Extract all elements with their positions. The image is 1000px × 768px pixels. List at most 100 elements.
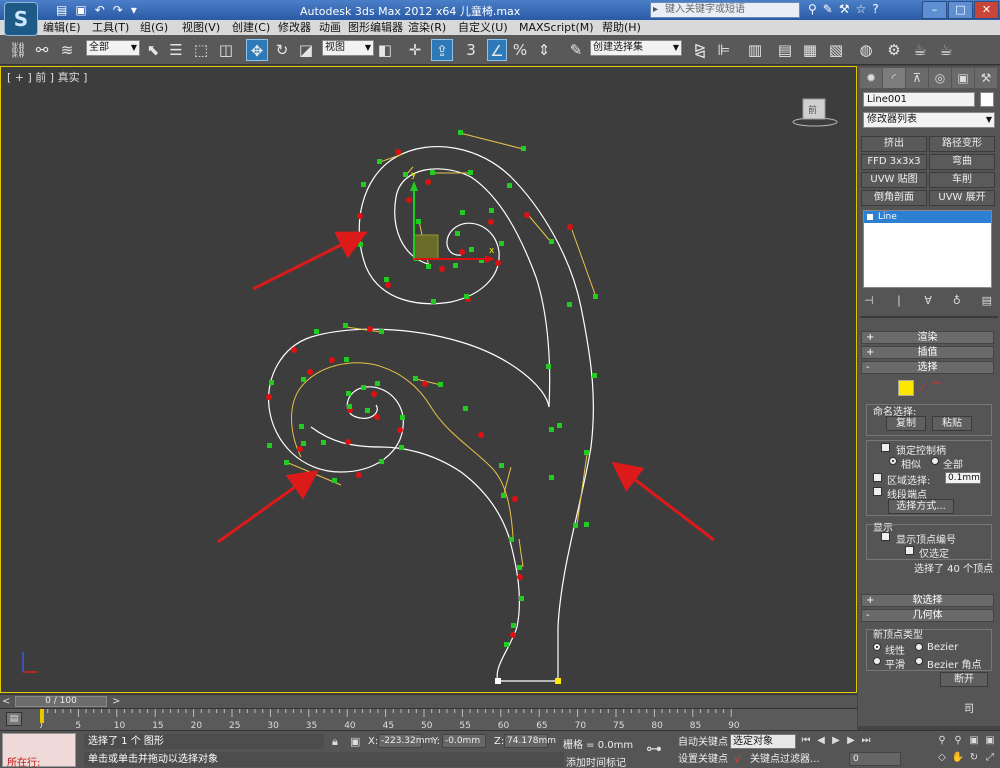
undo-icon[interactable]: ↶: [95, 2, 105, 18]
hierarchy-tab-icon[interactable]: ⊼: [906, 68, 928, 88]
alike-radio[interactable]: [889, 457, 897, 465]
segment-icon[interactable]: ⟋: [918, 380, 926, 396]
bezier-radio[interactable]: [915, 643, 923, 651]
make-unique-icon[interactable]: ∀: [924, 294, 932, 307]
ref-coord-select[interactable]: 视图 ▼: [322, 40, 374, 56]
uvw-unwrap-button[interactable]: UVW 展开: [929, 190, 995, 206]
menu-animation[interactable]: 动画: [319, 20, 341, 35]
key-filter-icon[interactable]: √: [734, 753, 741, 766]
named-selection-select[interactable]: 创建选择集 ▼: [590, 40, 682, 56]
spline-upper-scroll[interactable]: [310, 426, 521, 682]
mirror-icon[interactable]: ⧎: [690, 39, 710, 61]
maxscript-listener[interactable]: 所在行:: [2, 733, 76, 768]
spline-lower-scroll[interactable]: [268, 328, 550, 473]
schematic-view-icon[interactable]: ▧: [826, 39, 846, 61]
menu-graph-editors[interactable]: 图形编辑器: [348, 20, 403, 35]
add-time-tag[interactable]: 添加时间标记: [566, 754, 626, 768]
bend-button[interactable]: 弯曲: [929, 154, 995, 170]
spline-inner-curve[interactable]: [394, 168, 551, 408]
track-ruler[interactable]: 051015202530354045505560657075808590: [40, 709, 780, 731]
go-to-start-icon[interactable]: ⏮: [800, 734, 812, 748]
align-icon[interactable]: ⊫: [714, 39, 734, 61]
zoom-extents-all-icon[interactable]: ▣: [983, 733, 997, 748]
viewport-front[interactable]: [ + ] 前 ] 真实 ] y x 前: [0, 66, 857, 693]
material-editor-icon[interactable]: ◍: [856, 39, 876, 61]
path-deform-button[interactable]: 路径变形: [929, 136, 995, 152]
z-coordinate-field[interactable]: 74.178mm: [504, 734, 556, 748]
menu-help[interactable]: 帮助(H): [602, 20, 641, 35]
save-icon[interactable]: ▣: [75, 2, 86, 18]
lathe-button[interactable]: 车削: [929, 172, 995, 188]
y-coordinate-field[interactable]: -0.0mm: [442, 734, 486, 748]
menu-maxscript[interactable]: MAXScript(M): [519, 20, 594, 35]
bind-space-warp-icon[interactable]: ≋: [57, 39, 77, 61]
area-selection-checkbox[interactable]: [873, 473, 882, 482]
auto-key-button[interactable]: 自动关键点: [678, 735, 728, 750]
move-gizmo[interactable]: y x: [410, 170, 495, 263]
search-input[interactable]: ▸ 键入关键字或短语: [650, 2, 800, 18]
key-mode-select[interactable]: 选定对象: [730, 734, 796, 749]
time-slider-thumb[interactable]: 0 / 100: [15, 696, 107, 707]
selection-filter-select[interactable]: 全部 ▼: [86, 40, 140, 56]
vertex-icon[interactable]: [898, 380, 914, 396]
edit-named-selection-icon[interactable]: ✎: [566, 39, 586, 61]
dropdown-icon[interactable]: ▾: [131, 2, 137, 18]
vertex-points-green[interactable]: [267, 130, 598, 647]
bezier-corner-radio[interactable]: [915, 657, 923, 665]
menu-views[interactable]: 视图(V): [182, 20, 220, 35]
viewcube[interactable]: 前: [791, 97, 838, 127]
copy-button[interactable]: 复制: [886, 416, 926, 431]
pivot-icon[interactable]: ◧: [377, 39, 393, 61]
object-color-swatch[interactable]: [980, 92, 994, 107]
redo-icon[interactable]: ↷: [113, 2, 123, 18]
lock-handles-checkbox[interactable]: [881, 443, 890, 452]
set-key-button[interactable]: 设置关键点: [678, 752, 728, 767]
snap-3-icon[interactable]: 3: [461, 39, 481, 61]
rollout-soft-selection[interactable]: + 软选择: [861, 594, 994, 607]
vertex-endpoint-yellow[interactable]: [555, 678, 561, 684]
rollout-interpolation[interactable]: + 插值: [861, 346, 994, 359]
modifier-stack[interactable]: Line: [863, 210, 992, 288]
menu-create[interactable]: 创建(C): [232, 20, 270, 35]
spinner-snap-icon[interactable]: ⇕: [534, 39, 554, 61]
close-button[interactable]: ✕: [974, 1, 999, 19]
previous-frame-icon[interactable]: ◀: [815, 734, 827, 748]
time-slider-prev[interactable]: <: [2, 696, 10, 707]
spline-main-outline[interactable]: [358, 146, 594, 682]
display-tab-icon[interactable]: ▣: [952, 68, 974, 88]
area-selection-input[interactable]: 0.1mm: [945, 472, 981, 484]
open-icon[interactable]: ▤: [56, 2, 67, 18]
paste-button[interactable]: 粘贴: [932, 416, 972, 431]
rotate-icon[interactable]: ↻: [272, 39, 292, 61]
vertex-endpoint-white[interactable]: [495, 678, 501, 684]
menu-tools[interactable]: 工具(T): [92, 20, 129, 35]
segment-end-checkbox[interactable]: [873, 487, 882, 496]
uvw-map-button[interactable]: UVW 贴图: [861, 172, 927, 188]
menu-rendering[interactable]: 渲染(R): [408, 20, 446, 35]
object-name-field[interactable]: Line001: [863, 92, 975, 107]
mini-curve-editor-icon[interactable]: ▤: [6, 712, 22, 726]
move-icon[interactable]: ✥: [246, 39, 268, 61]
rollout-selection[interactable]: - 选择: [861, 361, 994, 374]
current-frame-field[interactable]: 0: [849, 752, 901, 766]
percent-snap-icon[interactable]: %: [510, 39, 530, 61]
menu-customize[interactable]: 自定义(U): [458, 20, 508, 35]
communication-icon[interactable]: ⚒: [839, 2, 850, 16]
help-icon[interactable]: ?: [872, 2, 878, 16]
render-frame-icon[interactable]: ☕: [910, 39, 930, 61]
spline-scene[interactable]: y x: [1, 67, 856, 692]
spline-icon[interactable]: ⌒: [930, 380, 942, 396]
binoculars-icon[interactable]: ⚲: [808, 2, 817, 16]
modify-tab-icon[interactable]: ◜: [883, 68, 905, 88]
select-object-icon[interactable]: ⬉: [143, 39, 163, 61]
stack-item-line[interactable]: Line: [864, 211, 991, 223]
x-coordinate-field[interactable]: -223.32mm: [378, 734, 433, 748]
current-frame-marker[interactable]: [40, 709, 44, 723]
window-crossing-icon[interactable]: ◫: [216, 39, 236, 61]
time-slider[interactable]: < 0 / 100 >: [0, 694, 857, 708]
modifier-list-select[interactable]: 修改器列表 ▼: [863, 112, 995, 128]
time-slider-next[interactable]: >: [112, 696, 120, 707]
orbit-icon[interactable]: ↻: [967, 750, 981, 765]
unlink-icon[interactable]: ⚯: [32, 39, 52, 61]
link-icon[interactable]: ⛓: [8, 39, 28, 61]
